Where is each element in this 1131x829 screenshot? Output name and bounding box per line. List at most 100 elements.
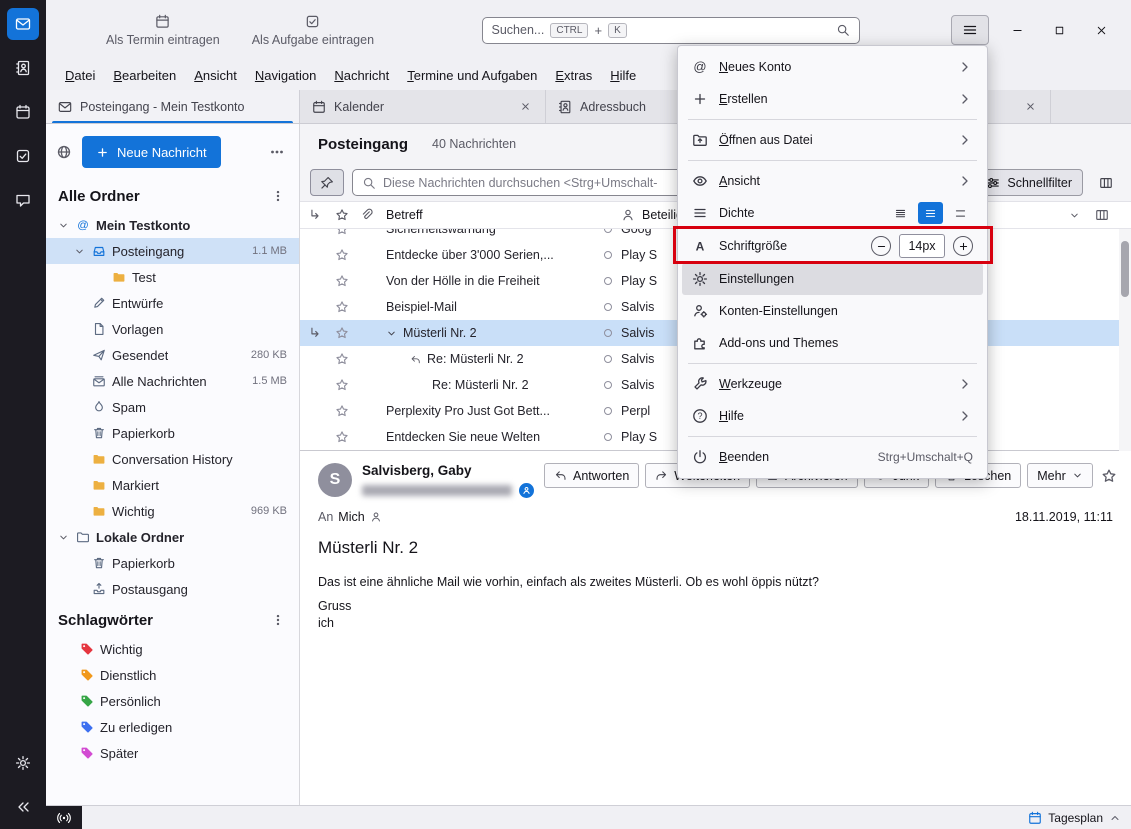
address-book-badge-icon[interactable] xyxy=(519,483,534,498)
space-mail-button[interactable] xyxy=(7,8,39,40)
tags-options-button[interactable] xyxy=(269,611,287,629)
menubar-item-ansicht[interactable]: Ansicht xyxy=(185,64,246,87)
chevron-down-icon[interactable] xyxy=(72,246,86,257)
read-indicator[interactable] xyxy=(595,303,621,311)
star-icon[interactable] xyxy=(330,404,354,418)
quick-filter-pin-button[interactable] xyxy=(310,169,344,196)
density-default-button[interactable] xyxy=(918,202,943,224)
space-chat-button[interactable] xyxy=(7,184,39,216)
read-indicator[interactable] xyxy=(595,355,621,363)
tag-zu-erledigen[interactable]: Zu erledigen xyxy=(46,714,299,740)
menu-density[interactable]: Dichte xyxy=(682,197,983,229)
new-message-button[interactable]: Neue Nachricht xyxy=(82,136,221,168)
maximize-button[interactable] xyxy=(1039,14,1081,46)
collapse-thread-icon[interactable] xyxy=(386,328,397,339)
column-picker-button[interactable] xyxy=(1087,208,1117,222)
menubar-item-navigation[interactable]: Navigation xyxy=(246,64,325,87)
menu-create[interactable]: Erstellen xyxy=(682,83,983,115)
menu-new-account[interactable]: Neues Konto xyxy=(682,51,983,83)
star-icon[interactable] xyxy=(330,274,354,288)
menubar-item-extras[interactable]: Extras xyxy=(546,64,601,87)
menu-view[interactable]: Ansicht xyxy=(682,165,983,197)
close-tab-button[interactable] xyxy=(518,99,533,114)
add-task-button[interactable]: Als Aufgabe eintragen xyxy=(236,9,390,52)
space-addressbook-button[interactable] xyxy=(7,52,39,84)
star-icon[interactable] xyxy=(330,248,354,262)
collapse-spaces-button[interactable] xyxy=(7,791,39,823)
read-indicator[interactable] xyxy=(595,251,621,259)
read-indicator[interactable] xyxy=(595,407,621,415)
menu-account-settings[interactable]: Konten-Einstellungen xyxy=(682,295,983,327)
menu-settings[interactable]: Einstellungen xyxy=(682,263,983,295)
read-indicator[interactable] xyxy=(595,229,621,233)
font-size-increase-button[interactable] xyxy=(953,236,973,256)
tag-dienstlich[interactable]: Dienstlich xyxy=(46,662,299,688)
close-tab-button[interactable] xyxy=(1023,99,1038,114)
folder-vorlagen[interactable]: Vorlagen xyxy=(46,316,299,342)
folder-postausgang[interactable]: Postausgang xyxy=(46,576,299,602)
menu-addons[interactable]: Add-ons und Themes xyxy=(682,327,983,359)
star-icon[interactable] xyxy=(330,430,354,444)
chevron-down-icon[interactable] xyxy=(56,532,70,543)
star-icon[interactable] xyxy=(330,378,354,392)
subject-column-header[interactable]: Betreff xyxy=(380,208,595,222)
font-size-decrease-button[interactable] xyxy=(871,236,891,256)
menu-font-size[interactable]: Schriftgröße 14px xyxy=(682,229,983,263)
folder-test[interactable]: Test xyxy=(46,264,299,290)
app-menu-button[interactable] xyxy=(951,15,989,45)
folder-gesendet[interactable]: Gesendet 280 KB xyxy=(46,342,299,368)
menu-tools[interactable]: Werkzeuge xyxy=(682,368,983,400)
space-tasks-button[interactable] xyxy=(7,140,39,172)
tag-wichtig[interactable]: Wichtig xyxy=(46,636,299,662)
globe-icon[interactable] xyxy=(56,144,72,160)
folder-local-papierkorb[interactable]: Papierkorb xyxy=(46,550,299,576)
spaces-settings-button[interactable] xyxy=(7,747,39,779)
tag-spaeter[interactable]: Später xyxy=(46,740,299,766)
menu-quit[interactable]: Beenden Strg+Umschalt+Q xyxy=(682,441,983,473)
folder-pane-options-button[interactable] xyxy=(265,140,289,164)
star-icon[interactable] xyxy=(330,300,354,314)
tab-calendar[interactable]: Kalender xyxy=(300,90,546,123)
close-button[interactable] xyxy=(1081,14,1123,46)
attachment-column-button[interactable] xyxy=(354,208,380,222)
scrollbar-thumb[interactable] xyxy=(1121,241,1129,297)
density-relaxed-button[interactable] xyxy=(948,202,973,224)
read-indicator[interactable] xyxy=(595,433,621,441)
menubar-item-termine[interactable]: Termine und Aufgaben xyxy=(398,64,546,87)
tag-persoenlich[interactable]: Persönlich xyxy=(46,688,299,714)
folder-conversation-history[interactable]: Conversation History xyxy=(46,446,299,472)
read-indicator[interactable] xyxy=(595,329,621,337)
scrollbar-track[interactable] xyxy=(1119,229,1131,451)
folder-posteingang[interactable]: Posteingang 1.1 MB xyxy=(46,238,299,264)
star-icon[interactable] xyxy=(330,229,354,236)
thread-column-button[interactable] xyxy=(300,208,330,222)
folder-spam[interactable]: Spam xyxy=(46,394,299,420)
to-value[interactable]: Mich xyxy=(338,510,364,524)
folder-wichtig[interactable]: Wichtig 969 KB xyxy=(46,498,299,524)
star-icon[interactable] xyxy=(330,326,354,340)
network-status-icon[interactable] xyxy=(46,806,82,829)
local-folders-row[interactable]: Lokale Ordner xyxy=(46,524,299,550)
read-indicator[interactable] xyxy=(595,277,621,285)
star-column-button[interactable] xyxy=(330,208,354,222)
star-message-button[interactable] xyxy=(1099,466,1119,486)
account-row[interactable]: Mein Testkonto xyxy=(46,212,299,238)
folder-entwuerfe[interactable]: Entwürfe xyxy=(46,290,299,316)
folder-papierkorb[interactable]: Papierkorb xyxy=(46,420,299,446)
chevron-down-icon[interactable] xyxy=(56,220,70,231)
menubar-item-hilfe[interactable]: Hilfe xyxy=(601,64,645,87)
add-event-button[interactable]: Als Termin eintragen xyxy=(90,9,236,52)
today-pane-toggle[interactable]: Tagesplan xyxy=(1028,811,1131,825)
tab-mail[interactable]: Posteingang - Mein Testkonto xyxy=(46,90,300,123)
folder-modes-button[interactable] xyxy=(269,187,287,205)
quick-filter-button[interactable]: Schnellfilter xyxy=(975,169,1083,196)
more-button[interactable]: Mehr xyxy=(1027,463,1092,488)
menubar-item-nachricht[interactable]: Nachricht xyxy=(325,64,398,87)
folder-markiert[interactable]: Markiert xyxy=(46,472,299,498)
folder-alle-nachrichten[interactable]: Alle Nachrichten 1.5 MB xyxy=(46,368,299,394)
space-calendar-button[interactable] xyxy=(7,96,39,128)
read-indicator[interactable] xyxy=(595,381,621,389)
global-search-input[interactable]: Suchen... CTRL + K xyxy=(482,17,860,44)
sender-name[interactable]: Salvisberg, Gaby xyxy=(362,463,534,478)
reply-button[interactable]: Antworten xyxy=(544,463,639,488)
